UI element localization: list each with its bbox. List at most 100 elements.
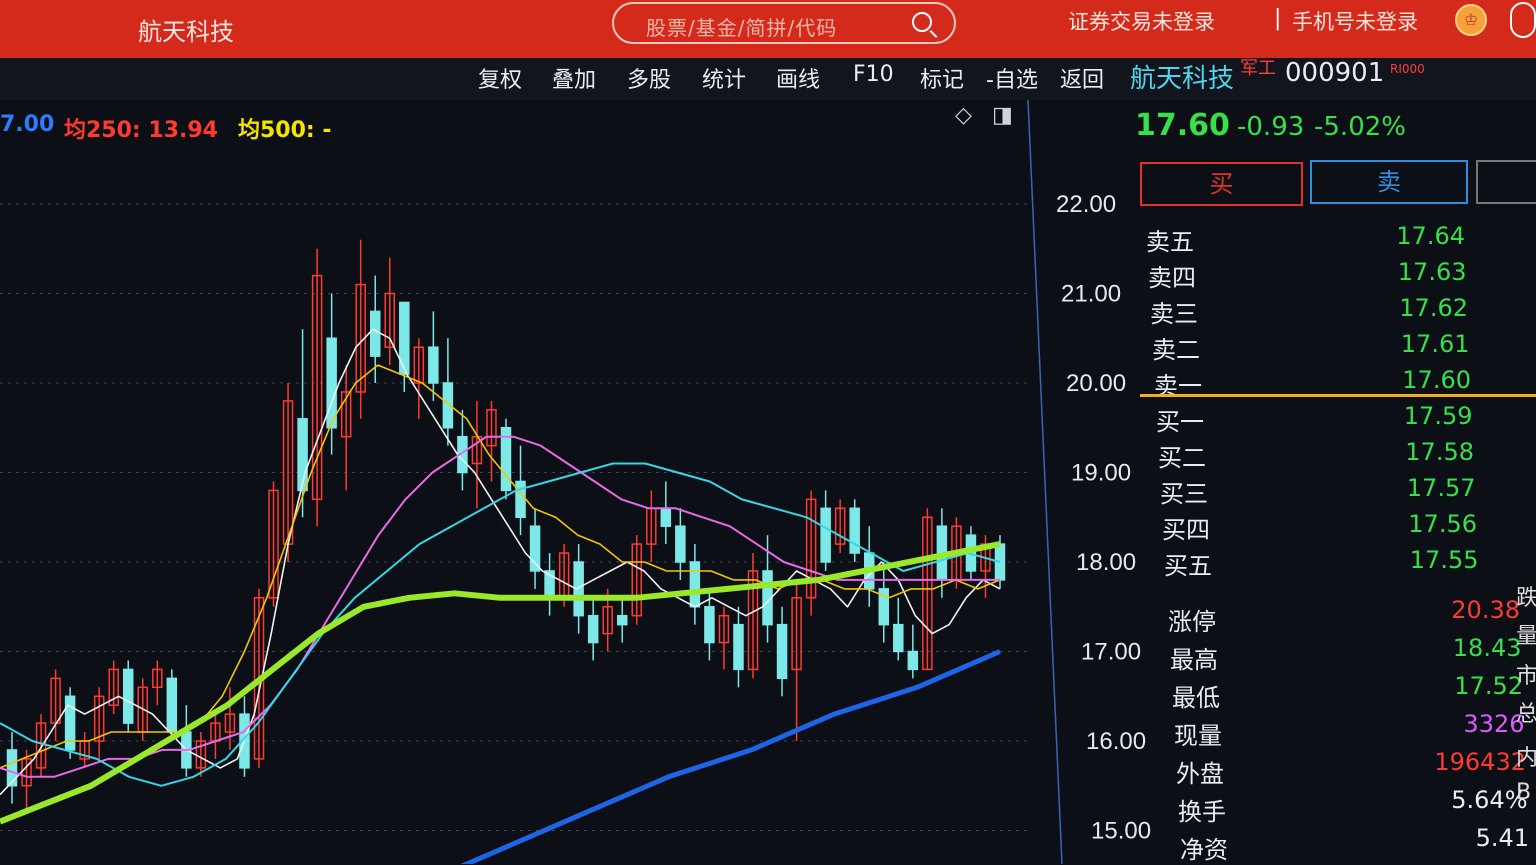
down-candle bbox=[907, 650, 919, 671]
down-candle bbox=[733, 623, 744, 671]
truncated-label: 市 bbox=[1516, 664, 1536, 689]
truncated-label: B bbox=[1516, 780, 1532, 805]
y-tick-label: 15.00 bbox=[1091, 818, 1151, 845]
order-book-price: 17.61 bbox=[1400, 330, 1470, 358]
sell-button[interactable]: 卖 bbox=[1310, 160, 1468, 204]
stat-value: 18.43 bbox=[1452, 634, 1522, 662]
down-candle bbox=[122, 668, 134, 724]
toolbar-item[interactable]: F10 bbox=[853, 62, 894, 87]
header-separator: | bbox=[1274, 6, 1282, 31]
stat-value: 5.41 bbox=[1475, 824, 1529, 852]
down-candle bbox=[616, 614, 628, 626]
last-price: 17.60 bbox=[1135, 108, 1230, 143]
phone-login-status[interactable]: 手机号未登录 bbox=[1292, 6, 1418, 36]
down-candle bbox=[689, 561, 701, 608]
toolbar-item[interactable]: 标记 bbox=[920, 62, 964, 94]
order-book-label: 卖四 bbox=[1148, 264, 1196, 292]
order-book-label: 卖三 bbox=[1150, 300, 1198, 328]
order-book-label: 卖五 bbox=[1146, 228, 1194, 256]
down-candle bbox=[675, 525, 686, 563]
down-candle bbox=[515, 480, 526, 519]
stat-label: 最低 bbox=[1172, 684, 1220, 712]
order-book-price: 17.57 bbox=[1406, 474, 1476, 502]
toolbar-item[interactable]: 画线 bbox=[776, 62, 820, 94]
extra-tab-button[interactable] bbox=[1476, 160, 1536, 204]
down-candle bbox=[369, 310, 381, 357]
order-book-label: 买五 bbox=[1164, 552, 1212, 580]
truncated-label: 量 bbox=[1516, 624, 1536, 649]
toolbar-item[interactable]: -自选 bbox=[986, 62, 1038, 94]
down-candle bbox=[820, 507, 831, 563]
price-change-pct: -5.02% bbox=[1314, 112, 1406, 142]
toolbar-item[interactable]: 多股 bbox=[627, 62, 671, 94]
user-avatar-icon[interactable]: ♔ bbox=[1455, 4, 1487, 36]
search-box[interactable]: 股票/基金/简拼/代码 bbox=[612, 2, 956, 44]
order-book-label: 卖二 bbox=[1152, 336, 1200, 364]
ma-line bbox=[0, 541, 1001, 825]
order-book-label: 买三 bbox=[1160, 480, 1208, 508]
stat-value: 5.64% bbox=[1451, 786, 1528, 814]
truncated-label: 总 bbox=[1516, 702, 1536, 727]
down-candle bbox=[660, 507, 672, 527]
stat-value: 3326 bbox=[1463, 710, 1525, 738]
stat-label: 净资 bbox=[1180, 836, 1228, 864]
y-tick-label: 18.00 bbox=[1076, 549, 1136, 576]
order-book-price: 17.62 bbox=[1399, 294, 1468, 322]
y-tick-label: 22.00 bbox=[1056, 191, 1116, 218]
down-candle bbox=[893, 623, 904, 653]
y-tick-label: 21.00 bbox=[1061, 281, 1121, 308]
down-candle bbox=[587, 614, 599, 644]
stat-value: 17.52 bbox=[1454, 672, 1523, 700]
more-icon[interactable] bbox=[1510, 2, 1536, 38]
down-candle bbox=[776, 623, 788, 680]
stat-value: 20.38 bbox=[1451, 596, 1520, 624]
stat-label: 换手 bbox=[1178, 798, 1226, 826]
ma-line bbox=[460, 649, 1001, 864]
bid-ask-divider bbox=[1140, 394, 1536, 397]
search-icon[interactable] bbox=[912, 12, 932, 32]
app-title: 航天科技 bbox=[138, 18, 234, 46]
toolbar-item[interactable]: 叠加 bbox=[552, 62, 596, 94]
title-bar: 航天科技 股票/基金/简拼/代码 证券交易未登录 | 手机号未登录 ♔ bbox=[0, 0, 1536, 58]
down-candle bbox=[64, 695, 76, 751]
price-change: -0.93 bbox=[1237, 112, 1305, 142]
ma-line bbox=[0, 435, 1000, 778]
stock-name: 航天科技 bbox=[1130, 64, 1235, 94]
order-book-price: 17.63 bbox=[1397, 258, 1467, 286]
order-book-price: 17.55 bbox=[1409, 546, 1479, 574]
y-tick-label: 20.00 bbox=[1066, 370, 1126, 397]
down-candle bbox=[326, 337, 337, 429]
down-candle bbox=[6, 749, 18, 787]
y-tick-label: 17.00 bbox=[1081, 639, 1141, 666]
panel-icon[interactable]: ◨ bbox=[992, 103, 1013, 128]
order-book-label: 买四 bbox=[1162, 516, 1210, 544]
truncated-label: 内 bbox=[1516, 746, 1536, 771]
stat-label: 涨停 bbox=[1168, 608, 1216, 636]
order-book-price: 17.64 bbox=[1396, 222, 1465, 250]
stat-label: 现量 bbox=[1174, 722, 1222, 750]
diamond-icon[interactable]: ◇ bbox=[955, 103, 972, 128]
stat-label: 最高 bbox=[1170, 646, 1218, 674]
y-tick-label: 16.00 bbox=[1086, 728, 1146, 755]
sector-badge: 军工 bbox=[1240, 58, 1276, 79]
order-book-price: 17.56 bbox=[1408, 510, 1477, 538]
down-candle bbox=[428, 346, 439, 384]
order-book-label: 买二 bbox=[1158, 444, 1206, 472]
toolbar-item[interactable]: 返回 bbox=[1060, 62, 1104, 94]
stat-label: 外盘 bbox=[1176, 760, 1224, 788]
kline-chart[interactable]: 22.00 21.00 20.00 19.00 18.00 17.00 16.00 15.00… bbox=[0, 100, 1536, 864]
order-book-price: 17.59 bbox=[1403, 402, 1473, 430]
y-tick-label: 19.00 bbox=[1071, 460, 1131, 487]
trade-login-status[interactable]: 证券交易未登录 bbox=[1068, 6, 1215, 36]
order-book-price: 17.60 bbox=[1402, 366, 1471, 394]
down-candle bbox=[704, 606, 715, 644]
buy-button[interactable]: 买 bbox=[1140, 162, 1303, 206]
stat-value: 196432 bbox=[1434, 748, 1526, 776]
stock-code: 000901 bbox=[1285, 58, 1385, 88]
search-input[interactable]: 股票/基金/简拼/代码 bbox=[646, 12, 837, 41]
toolbar-item[interactable]: 复权 bbox=[478, 62, 522, 94]
toolbar-item[interactable]: 统计 bbox=[702, 62, 746, 94]
order-book-label: 买一 bbox=[1156, 408, 1204, 436]
stock-tag: RI000 bbox=[1390, 62, 1425, 76]
truncated-label: 跌 bbox=[1516, 586, 1536, 611]
